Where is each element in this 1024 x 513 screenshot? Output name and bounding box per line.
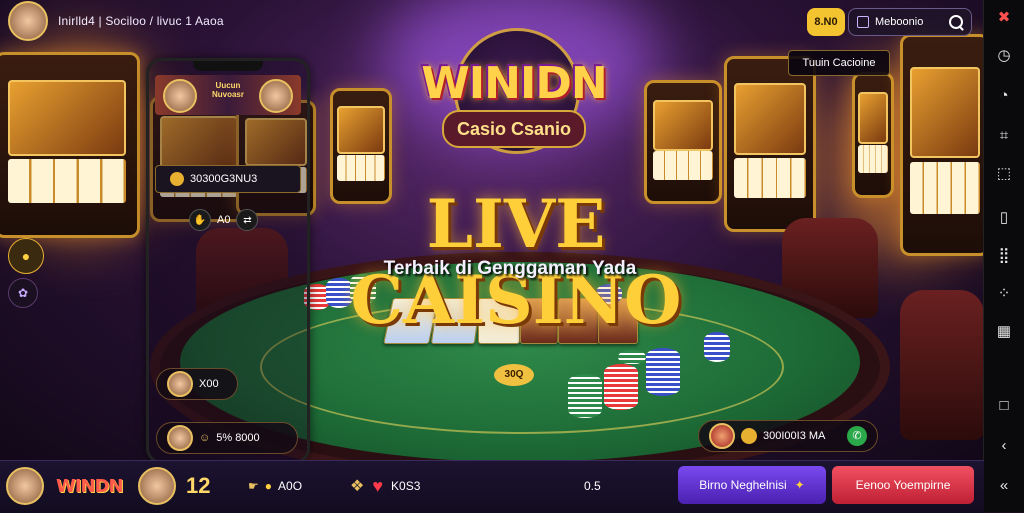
player-chip-left-2[interactable]: ☺ 5% 8000 bbox=[156, 422, 298, 454]
apps-icon[interactable]: ⁘ bbox=[994, 284, 1014, 304]
chip-stack bbox=[618, 350, 646, 364]
slot-machine bbox=[724, 56, 816, 232]
swap-icon[interactable]: ⇄ bbox=[236, 209, 259, 231]
stat-add[interactable]: ☛ ● A0O bbox=[248, 460, 302, 512]
secondary-button[interactable]: Eenoo Yoempirne bbox=[832, 466, 974, 504]
heart-icon: ♥ bbox=[372, 475, 384, 496]
app-header: Inirlld4 | Sociloo / livuc 1 Aaoa bbox=[8, 1, 224, 41]
avatar bbox=[259, 79, 293, 113]
avatar bbox=[167, 371, 193, 397]
avatar bbox=[6, 467, 44, 505]
back-icon[interactable]: ‹ bbox=[994, 436, 1014, 456]
player-left-1-value: X00 bbox=[199, 378, 219, 390]
phone-stat: ✋ A0 ⇄ bbox=[189, 207, 259, 233]
grid-icon bbox=[857, 16, 869, 28]
chat-icon[interactable]: ✆ bbox=[847, 426, 867, 446]
phone-promo-text: Uucun Nuvoasr bbox=[211, 81, 244, 99]
secondary-button-label: Eenoo Yoempirne bbox=[855, 478, 951, 492]
player-chip-left-1[interactable]: X00 bbox=[156, 368, 238, 400]
grid-icon[interactable]: ⣿ bbox=[994, 246, 1014, 266]
player-right-value: 300I00I3 MA bbox=[763, 430, 826, 442]
coin-icon: ● bbox=[21, 248, 31, 264]
chair bbox=[900, 290, 984, 440]
emoji-icon: ☺ bbox=[199, 432, 211, 444]
primary-button-label: Birno Neghelnisi bbox=[699, 478, 787, 492]
chip-stack bbox=[568, 374, 602, 418]
phone-icon[interactable]: ▯ bbox=[994, 208, 1014, 228]
coin-icon bbox=[170, 172, 184, 187]
brand-logo: WINIDN Casio Csanio bbox=[416, 28, 612, 154]
hand-icon: ☛ bbox=[248, 479, 259, 493]
stat-like-value: K0S3 bbox=[391, 479, 421, 493]
tooltip: Tuuin Cacioine bbox=[788, 50, 890, 76]
avatar bbox=[138, 467, 176, 505]
center-value: 0.5 bbox=[584, 479, 601, 493]
score-value: 12 bbox=[186, 473, 211, 498]
stat-like[interactable]: ❖ ♥ K0S3 bbox=[350, 460, 420, 512]
chip-stack bbox=[646, 348, 680, 396]
bet-marker[interactable]: 30Q bbox=[494, 364, 534, 386]
avatar bbox=[167, 425, 193, 451]
phone-mockup: Uucun Nuvoasr 30300G3NU3 ✋ A0 ⇄ bbox=[146, 58, 310, 464]
settings-button[interactable]: ✿ bbox=[8, 278, 38, 308]
bottom-brand: WINDN bbox=[56, 460, 124, 512]
phone-code-text: 30300G3NU3 bbox=[190, 173, 258, 185]
avatar bbox=[709, 423, 735, 449]
avatar bbox=[163, 79, 197, 113]
primary-button[interactable]: Birno Neghelnisi ✦ bbox=[678, 466, 826, 504]
search-box[interactable]: Meboonio bbox=[848, 8, 972, 36]
search-label: Meboonio bbox=[875, 16, 924, 28]
crop-icon[interactable]: ⌗ bbox=[994, 126, 1014, 146]
star-icon: ✦ bbox=[794, 478, 805, 492]
stat-add-value: A0O bbox=[278, 479, 303, 493]
phone-code-bar[interactable]: 30300G3NU3 bbox=[155, 165, 301, 193]
window-title: Inirlld4 | Sociloo / livuc 1 Aaoa bbox=[58, 14, 224, 28]
slot-machine bbox=[0, 52, 140, 238]
player-chip-right[interactable]: 300I00I3 MA ✆ bbox=[698, 420, 878, 452]
chip-stack bbox=[604, 364, 638, 410]
coin-icon bbox=[741, 428, 757, 444]
slot-machine bbox=[852, 72, 894, 198]
balance-badge[interactable]: 8.N0 bbox=[807, 8, 845, 36]
coin-icon: ● bbox=[264, 479, 273, 493]
logo-brand-text: WINIDN bbox=[421, 58, 607, 109]
gear-icon: ✿ bbox=[17, 286, 29, 300]
bonus-button[interactable]: ● bbox=[8, 238, 44, 274]
bottom-opponent[interactable] bbox=[138, 460, 176, 512]
phone-stat-label: A0 bbox=[217, 214, 231, 226]
player-left-2-value: 5% 8000 bbox=[216, 432, 260, 444]
phone-notch bbox=[193, 61, 263, 71]
shield-icon[interactable]: ◔ bbox=[994, 86, 1014, 106]
search-icon[interactable] bbox=[949, 15, 963, 29]
collapse-icon[interactable]: « bbox=[994, 476, 1014, 496]
qr-icon[interactable]: ▦ bbox=[994, 322, 1014, 342]
gift-icon: ❖ bbox=[350, 478, 365, 495]
bottom-brand-text: WINDN bbox=[56, 475, 124, 497]
user-avatar[interactable] bbox=[8, 1, 48, 41]
compass-icon[interactable]: ◷ bbox=[994, 46, 1014, 66]
logo-subtitle: Casio Csanio bbox=[442, 110, 586, 148]
hand-icon[interactable]: ✋ bbox=[189, 209, 211, 231]
square-icon[interactable]: □ bbox=[994, 396, 1014, 416]
right-toolbar: ✖ ◷ ◔ ⌗ ⬚ ▯ ⣿ ⁘ ▦ □ ‹ « bbox=[983, 0, 1024, 512]
slot-machine bbox=[900, 34, 984, 256]
tools-icon[interactable]: ✖ bbox=[994, 8, 1014, 28]
layout-icon[interactable]: ⬚ bbox=[994, 164, 1014, 184]
bottom-user[interactable] bbox=[6, 460, 44, 512]
hero-tagline: Terbaik di Genggaman Yada bbox=[383, 258, 637, 279]
